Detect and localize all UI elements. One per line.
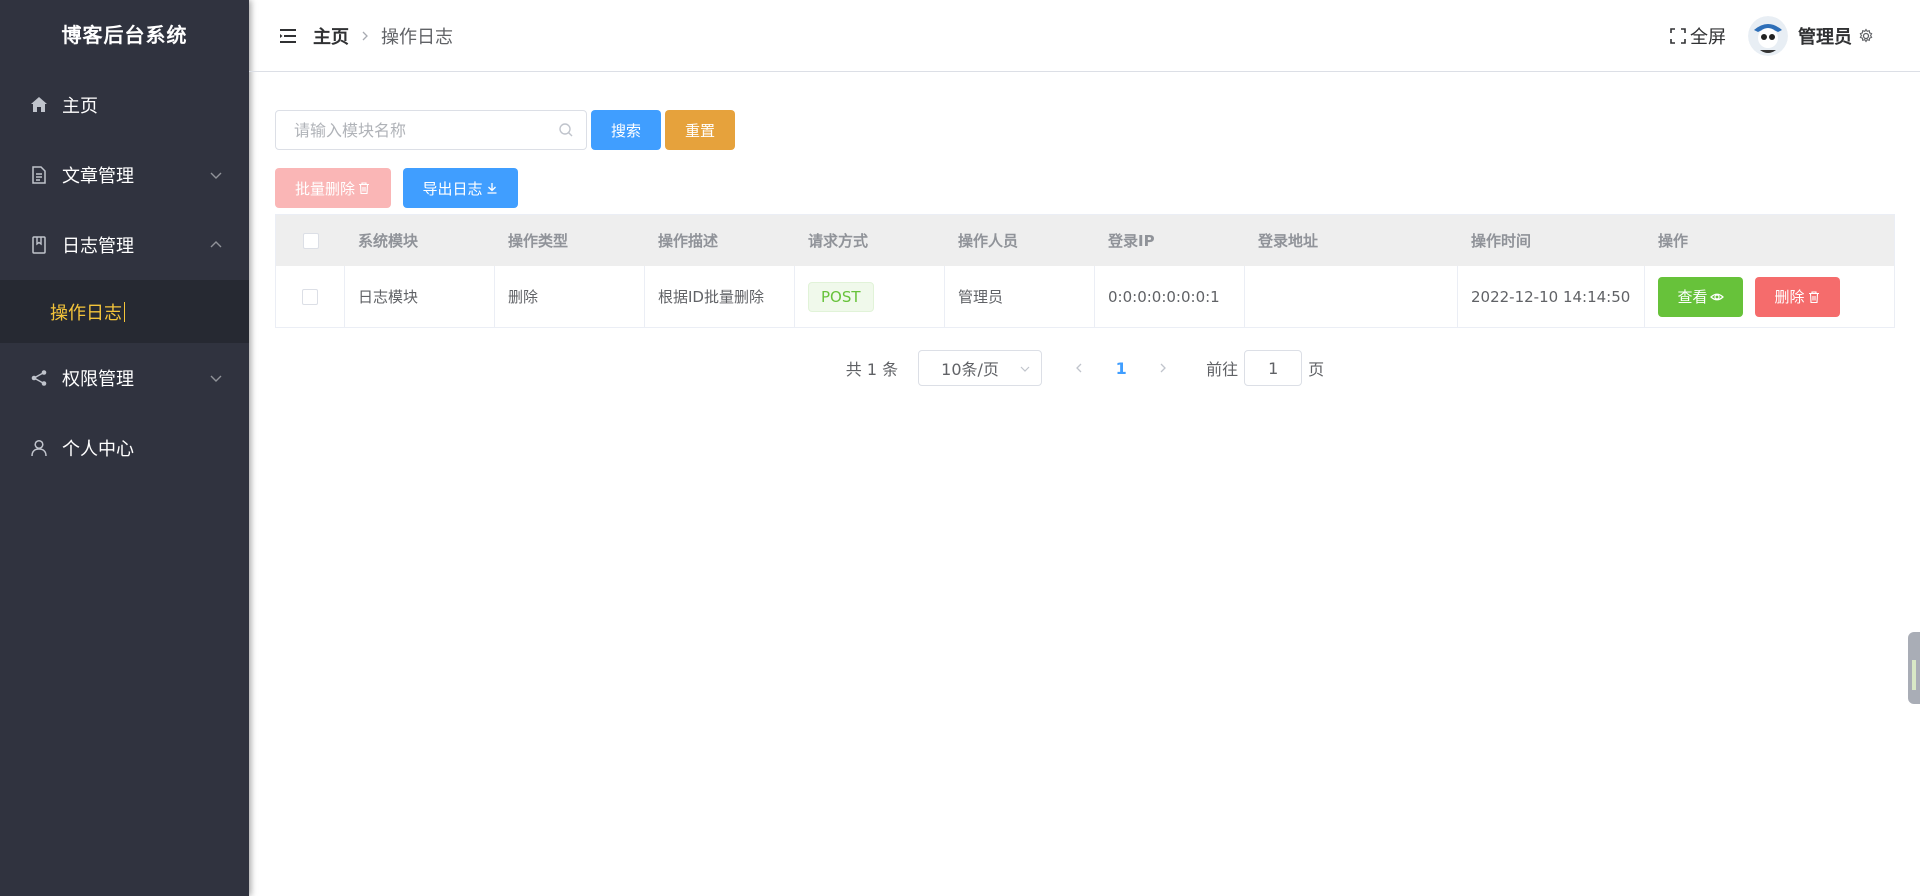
log-book-icon [28,234,50,256]
top-header: 主页 操作日志 全屏 管理员 [249,0,1920,72]
row-select-cell [276,266,345,327]
chevron-up-icon [210,241,222,248]
user-icon [28,437,50,459]
export-log-label: 导出日志 [422,179,483,198]
sidebar-item-label: 权限管理 [62,369,134,390]
search-input[interactable] [276,111,586,149]
delete-label: 删除 [1774,288,1805,306]
brand-title: 博客后台系统 [61,23,188,47]
chevron-right-icon [1160,363,1167,373]
trash-icon [1808,290,1819,303]
sidebar-item-label: 日志管理 [62,236,134,257]
goto-suffix: 页 [1308,360,1325,379]
page-size-select[interactable]: 10条/页 [918,350,1043,386]
chevron-down-icon [210,375,222,382]
column-header: 操作 [1658,232,1689,250]
prev-page-button[interactable] [1064,350,1094,386]
main-content: 搜索 重置 批量删除 导出日志 系统模块 操作类型 操作描述 请求方式 操作人员… [275,110,1895,386]
cell-description: 根据ID批量删除 [645,266,795,327]
view-label: 查看 [1677,288,1708,306]
column-header: 登录IP [1108,232,1155,250]
username[interactable]: 管理员 [1798,23,1852,49]
delete-button[interactable]: 删除 [1755,276,1840,317]
share-icon [28,367,50,389]
sidebar-item-home[interactable]: 主页 [0,70,249,140]
table-header: 系统模块 操作类型 操作描述 请求方式 操作人员 登录IP 登录地址 操作时间 … [276,215,1894,266]
table-row: 日志模块 删除 根据ID批量删除 POST 管理员 0:0:0:0:0:0:0:… [276,266,1894,327]
column-header: 系统模块 [358,232,419,250]
text-cursor [124,301,125,322]
pagination-total: 共 1 条 [845,360,899,379]
export-log-button[interactable]: 导出日志 [403,168,518,208]
column-header: 登录地址 [1258,232,1319,250]
cell-location [1245,266,1458,327]
page-number-current[interactable]: 1 [1101,359,1141,378]
cell-time: 2022-12-10 14:14:50 [1458,266,1645,327]
search-box [275,110,587,150]
trash-icon [359,182,369,195]
batch-delete-label: 批量删除 [294,179,355,198]
search-button[interactable]: 搜索 [591,110,661,150]
fullscreen-label: 全屏 [1690,27,1726,48]
goto-prefix: 前往 [1206,360,1239,379]
cell-method: POST [795,266,945,327]
search-toolbar: 搜索 重置 [275,110,1895,150]
header-right: 全屏 管理员 [1670,0,1874,72]
row-checkbox[interactable] [302,288,318,305]
cell-actions: 查看 删除 [1645,266,1894,327]
breadcrumb-separator-icon [359,30,371,42]
chevron-down-icon [1020,366,1030,372]
search-icon [559,123,573,137]
menu-toggle-icon[interactable] [277,25,299,47]
column-header: 操作类型 [508,232,569,250]
chevron-down-icon [210,172,222,179]
sidebar-item-label: 文章管理 [62,166,134,187]
reset-button[interactable]: 重置 [665,110,735,150]
floating-side-handle[interactable] [1908,632,1920,704]
page-size-value: 10条/页 [941,360,999,379]
column-header: 操作描述 [658,232,719,250]
document-icon [28,164,50,186]
breadcrumb-home[interactable]: 主页 [313,23,349,49]
cell-ip: 0:0:0:0:0:0:0:1 [1095,266,1245,327]
app-root: 博客后台系统 主页 文章管理 日志管理 操作日志 权限管理 个人中心 主页 操作… [0,0,1920,896]
log-table: 系统模块 操作类型 操作描述 请求方式 操作人员 登录IP 登录地址 操作时间 … [275,214,1895,328]
sidebar-item-permissions[interactable]: 权限管理 [0,343,249,413]
fullscreen-button[interactable]: 全屏 [1670,23,1726,49]
method-tag: POST [808,281,874,312]
eye-icon [1709,293,1724,300]
sidebar-subitem-label: 操作日志 [50,302,122,324]
sidebar-item-label: 个人中心 [62,439,134,460]
batch-delete-button[interactable]: 批量删除 [275,168,391,208]
breadcrumb-current: 操作日志 [381,26,453,48]
fullscreen-icon [1670,28,1686,44]
pagination: 共 1 条 10条/页 1 前往 页 [275,350,1895,386]
cell-operator: 管理员 [945,266,1095,327]
sidebar-menu: 主页 文章管理 日志管理 操作日志 权限管理 个人中心 [0,70,249,483]
select-all-cell [276,215,345,266]
cell-module: 日志模块 [345,266,495,327]
breadcrumb: 主页 操作日志 [313,23,453,49]
goto-page-input[interactable] [1244,350,1303,386]
sidebar-item-profile[interactable]: 个人中心 [0,413,249,483]
gear-icon[interactable] [1858,28,1874,44]
chevron-left-icon [1076,363,1082,373]
action-toolbar: 批量删除 导出日志 [275,168,1895,208]
cell-type: 删除 [495,266,645,327]
download-icon [487,183,496,194]
select-all-checkbox[interactable] [302,232,319,249]
sidebar-item-articles[interactable]: 文章管理 [0,140,249,210]
sidebar: 博客后台系统 主页 文章管理 日志管理 操作日志 权限管理 个人中心 [0,0,249,896]
column-header: 操作时间 [1471,232,1532,250]
sidebar-subitem-operation-log[interactable]: 操作日志 [0,280,249,343]
avatar[interactable] [1748,16,1788,56]
view-button[interactable]: 查看 [1658,276,1743,317]
next-page-button[interactable] [1148,350,1178,386]
home-icon [28,94,50,116]
sidebar-item-label: 主页 [62,96,98,117]
column-header: 请求方式 [808,232,869,250]
page-jumper: 前往 页 [1206,350,1324,386]
sidebar-item-logs[interactable]: 日志管理 [0,210,249,280]
column-header: 操作人员 [958,232,1019,250]
